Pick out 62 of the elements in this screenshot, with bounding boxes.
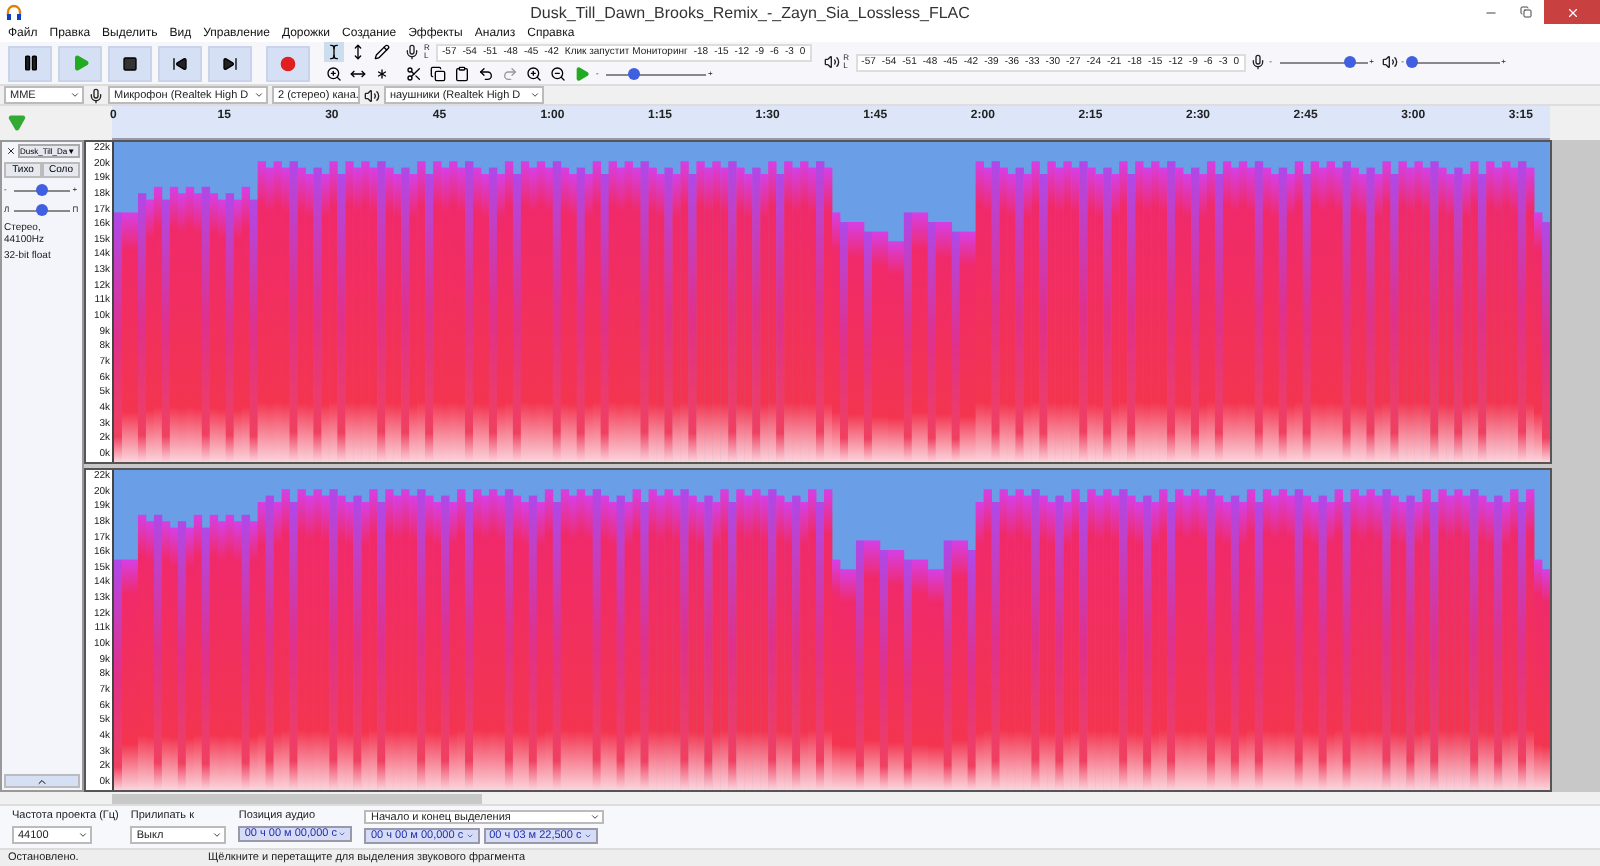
zoom-in-icon [526,66,542,82]
speaker-icon [823,54,840,70]
microphone-icon [1249,54,1266,70]
redo-icon [502,66,518,82]
multi-tool-button[interactable] [372,64,392,84]
record-button[interactable] [266,45,310,81]
undo-button[interactable] [476,64,496,84]
window-title: Dusk_Till_Dawn_Brooks_Remix_-_Zayn_Sia_Lossless_FLAC [528,3,972,21]
slider-thumb[interactable] [1343,56,1356,68]
microphone-icon [88,87,104,103]
chevron-down-icon [78,830,88,840]
slider-thumb[interactable] [628,68,640,80]
double-arrow-icon [350,66,366,82]
playback-volume-slider[interactable] [1411,54,1500,70]
chevron-down-icon [212,830,223,840]
scissors-icon [406,66,422,82]
zoom-out-icon [550,66,566,82]
play-head-icon [8,114,26,132]
paste-button[interactable] [452,64,472,84]
chevron-down-icon [530,90,540,100]
zoom-tool-button[interactable] [324,64,344,84]
draw-tool-button[interactable] [372,42,392,62]
stop-icon [122,55,138,71]
cut-button[interactable] [404,64,424,84]
microphone-icon [404,44,420,60]
speaker-icon [1381,54,1398,70]
recording-volume-slider[interactable] [1279,54,1368,70]
close-icon [1565,5,1579,19]
undo-icon [478,66,494,82]
magnifier-icon [326,66,342,82]
slider-thumb[interactable] [36,204,48,216]
copy-icon [430,66,446,82]
pause-icon [21,54,39,72]
clipboard-icon [454,66,470,82]
slider-thumb[interactable] [1405,56,1418,68]
restore-icon [1520,6,1532,18]
app-headphones-icon [6,4,22,20]
slider-thumb[interactable] [36,184,48,196]
chevron-down-icon [254,90,264,100]
collapse-icon [36,775,48,787]
pencil-icon [374,44,390,60]
scrollbar-thumb[interactable] [112,793,482,803]
record-icon [280,55,296,71]
stop-button[interactable] [108,45,152,81]
speaker-icon [364,87,380,103]
play-icon [71,54,89,72]
chevron-down-icon [70,90,80,100]
gain-slider[interactable] [13,182,71,198]
skip-to-start-button[interactable] [158,45,202,81]
asterisk-icon [374,66,390,82]
zoom-out-button[interactable] [548,64,568,84]
speed-slider[interactable] [606,66,706,82]
pan-slider[interactable] [13,202,71,218]
skip-to-start-icon [172,55,188,71]
selection-tool-button[interactable] [324,42,344,62]
zoom-in-button[interactable] [524,64,544,84]
copy-button[interactable] [428,64,448,84]
play-icon [574,66,590,82]
text-cursor-icon [326,44,342,60]
skip-to-end-button[interactable] [208,45,252,81]
pause-button[interactable] [8,45,52,81]
skip-to-end-icon [222,55,238,71]
